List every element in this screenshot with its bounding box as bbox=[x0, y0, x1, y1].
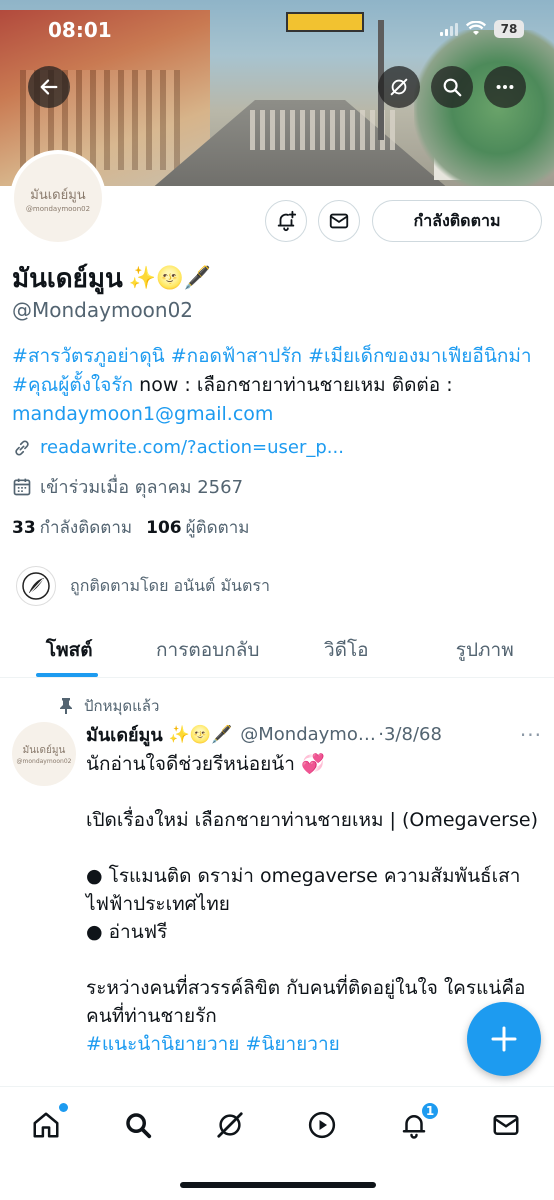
nav-messages[interactable] bbox=[486, 1105, 526, 1145]
grok-icon bbox=[390, 78, 408, 96]
following-count: 33 bbox=[12, 518, 36, 538]
post-line-3: ● โรแมนติด ดราม่า omegaverse ความสัมพันธ… bbox=[86, 865, 521, 915]
more-button[interactable] bbox=[484, 66, 526, 108]
pinned-indicator: ปักหมุดแล้ว bbox=[58, 694, 159, 718]
more-horizontal-icon bbox=[496, 84, 514, 90]
grok-button[interactable] bbox=[378, 66, 420, 108]
search-icon bbox=[126, 1113, 152, 1139]
nav-video[interactable] bbox=[302, 1105, 342, 1145]
home-indicator bbox=[180, 1182, 376, 1188]
profile-name-text: มันเดย์มูน bbox=[12, 264, 123, 294]
compose-post-button[interactable] bbox=[467, 1002, 541, 1076]
banner-sign bbox=[286, 12, 364, 32]
nav-search[interactable] bbox=[118, 1105, 158, 1145]
wifi-icon bbox=[466, 21, 486, 35]
profile-avatar[interactable]: มันเดย์มูน @mondaymoon02 bbox=[10, 150, 106, 246]
followers-stat[interactable]: 106 ผู้ติดตาม bbox=[146, 514, 249, 541]
back-button[interactable] bbox=[28, 66, 70, 108]
following-label: กำลังติดตาม bbox=[39, 518, 133, 538]
mail-icon bbox=[329, 213, 349, 229]
post-line-2: เปิดเรื่องใหม่ เลือกชายาท่านชายเหม | (Om… bbox=[86, 809, 538, 831]
message-button[interactable] bbox=[318, 200, 360, 242]
banner-trees bbox=[414, 30, 554, 186]
link-icon bbox=[15, 439, 29, 456]
following-button[interactable]: กำลังติดตาม bbox=[372, 200, 542, 242]
tab-replies[interactable]: การตอบกลับ bbox=[139, 622, 278, 677]
bio-email-link[interactable]: mandaymoon1@gmail.com bbox=[12, 403, 273, 425]
battery-icon: 78 bbox=[494, 20, 524, 38]
website-link[interactable]: readawrite.com/?action=user_p... bbox=[40, 437, 344, 458]
grok-icon bbox=[217, 1112, 243, 1138]
profile-name-emojis: ✨🌝🖋️ bbox=[128, 266, 212, 291]
post-author-name[interactable]: มันเดย์มูน bbox=[86, 720, 163, 749]
home-notification-dot bbox=[59, 1103, 68, 1112]
search-button[interactable] bbox=[431, 66, 473, 108]
status-icons: 78 bbox=[440, 20, 524, 38]
tab-photos[interactable]: รูปภาพ bbox=[416, 622, 554, 677]
post-avatar-logo-text: มันเดย์มูน bbox=[22, 745, 66, 756]
bio-text: now : เลือกชายาท่านชายเหม ติดต่อ : bbox=[133, 374, 453, 396]
avatar-logo-subtext: @mondaymoon02 bbox=[25, 204, 91, 213]
nav-grok[interactable] bbox=[210, 1105, 250, 1145]
post-avatar-logo-subtext: @mondaymoon02 bbox=[16, 758, 72, 765]
mail-icon bbox=[493, 1115, 519, 1135]
followers-count: 106 bbox=[146, 518, 182, 538]
tab-videos[interactable]: วิดีโอ bbox=[277, 622, 416, 677]
post-author-avatar[interactable]: มันเดย์มูน @mondaymoon02 bbox=[12, 722, 76, 786]
tab-posts[interactable]: โพสต์ bbox=[0, 622, 139, 677]
followed-by-row[interactable]: ถูกติดตามโดย อนันต์ มันตรา bbox=[16, 566, 270, 606]
post-line-4: ● อ่านฟรี bbox=[86, 921, 168, 943]
profile-website-row: readawrite.com/?action=user_p... bbox=[12, 437, 344, 458]
feather-avatar-icon bbox=[22, 572, 50, 600]
post-line-1: นักอ่านใจดีช่วยรีหน่อยน้า 💞 bbox=[86, 753, 325, 775]
profile-stats: 33 กำลังติดตาม 106 ผู้ติดตาม bbox=[12, 514, 249, 541]
avatar-logo-text: มันเดย์มูน bbox=[30, 187, 86, 203]
notification-badge: 1 bbox=[420, 1101, 440, 1121]
arrow-left-icon bbox=[40, 79, 58, 95]
joined-date: เข้าร่วมเมื่อ ตุลาคม 2567 bbox=[40, 477, 244, 498]
plus-icon bbox=[491, 1026, 517, 1052]
status-time: 08:01 bbox=[48, 18, 112, 42]
calendar-icon bbox=[13, 478, 31, 495]
post-author-handle[interactable]: @Mondaymoon02 bbox=[240, 724, 378, 745]
following-stat[interactable]: 33 กำลังติดตาม bbox=[12, 514, 132, 541]
profile-tabs: โพสต์ การตอบกลับ วิดีโอ รูปภาพ bbox=[0, 622, 554, 678]
post-header: มันเดย์มูน ✨🌝🖋️ @Mondaymoon02 ·3/8/68 ··… bbox=[86, 720, 542, 749]
follower-avatar bbox=[16, 566, 56, 606]
post-date[interactable]: ·3/8/68 bbox=[378, 724, 442, 745]
pinned-label: ปักหมุดแล้ว bbox=[84, 697, 160, 715]
signal-icon bbox=[440, 22, 458, 36]
followers-label: ผู้ติดตาม bbox=[185, 518, 250, 538]
profile-joined-row: เข้าร่วมเมื่อ ตุลาคม 2567 bbox=[12, 472, 243, 501]
search-icon bbox=[443, 78, 462, 97]
notify-subscribe-button[interactable] bbox=[265, 200, 307, 242]
nav-notifications[interactable]: 1 bbox=[394, 1101, 440, 1145]
post-more-button[interactable]: ··· bbox=[520, 723, 542, 747]
bell-plus-icon bbox=[277, 210, 297, 232]
play-circle-icon bbox=[308, 1111, 336, 1139]
home-icon bbox=[33, 1112, 59, 1138]
followed-by-text: ถูกติดตามโดย อนันต์ มันตรา bbox=[70, 575, 270, 595]
profile-bio: #สารวัตรภูอย่าดุนิ #กอดฟ้าสาปรัก #เมียเด… bbox=[12, 342, 542, 429]
profile-name: มันเดย์มูน ✨🌝🖋️ bbox=[12, 258, 211, 299]
profile-handle: @Mondaymoon02 bbox=[12, 298, 194, 322]
pin-icon bbox=[60, 698, 72, 714]
nav-home[interactable] bbox=[26, 1103, 68, 1145]
post-author-emojis: ✨🌝🖋️ bbox=[168, 724, 233, 745]
